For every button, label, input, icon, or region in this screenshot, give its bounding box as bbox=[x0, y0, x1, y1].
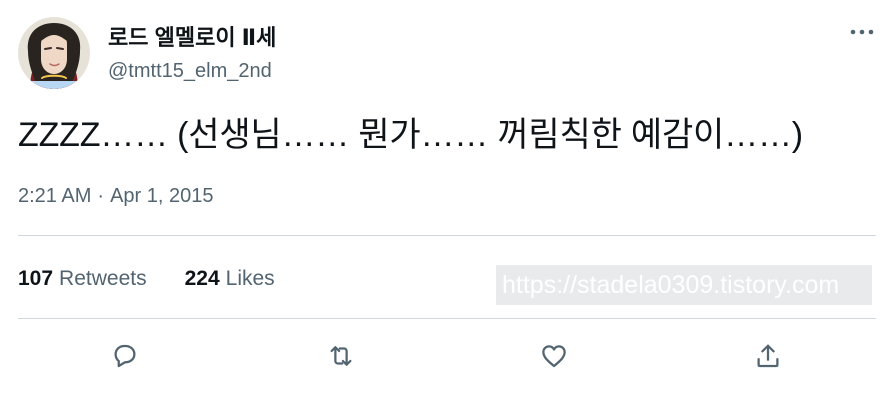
meta-separator: · bbox=[97, 185, 105, 207]
more-options-button[interactable] bbox=[846, 22, 878, 42]
tweet-date: Apr 1, 2015 bbox=[110, 185, 214, 207]
share-button[interactable] bbox=[748, 336, 788, 376]
tweet-card: 로드 엘멜로이 Ⅱ세 @tmtt15_elm_2nd ZZZZ…… (선생님……… bbox=[0, 0, 894, 409]
reply-icon bbox=[114, 344, 136, 368]
share-icon bbox=[757, 344, 779, 368]
retweets-label: Retweets bbox=[59, 267, 147, 290]
tweet-time: 2:21 AM bbox=[18, 185, 92, 207]
reply-button[interactable] bbox=[105, 336, 145, 376]
likes-label: Likes bbox=[225, 267, 275, 290]
heart-icon bbox=[542, 345, 566, 368]
divider bbox=[18, 235, 876, 236]
watermark-url: https://stadela0309.tistory.com bbox=[496, 265, 872, 305]
avatar[interactable] bbox=[18, 17, 90, 89]
retweet-button[interactable] bbox=[321, 336, 361, 376]
likes-stat[interactable]: 224 Likes bbox=[185, 264, 275, 294]
tweet-text: ZZZZ…… (선생님…… 뭔가…… 꺼림칙한 예감이……) bbox=[18, 116, 803, 154]
avatar-image bbox=[18, 17, 90, 89]
retweet-icon bbox=[330, 346, 352, 366]
tweet-actions bbox=[0, 336, 894, 376]
like-button[interactable] bbox=[534, 336, 574, 376]
user-handle[interactable]: @tmtt15_elm_2nd bbox=[108, 59, 272, 83]
tweet-timestamp[interactable]: 2:21 AM · Apr 1, 2015 bbox=[18, 182, 213, 210]
display-name[interactable]: 로드 엘멜로이 Ⅱ세 bbox=[108, 24, 276, 52]
tweet-stats: 107 Retweets 224 Likes bbox=[18, 264, 275, 294]
likes-count: 224 bbox=[184, 267, 220, 290]
divider bbox=[18, 318, 876, 319]
retweets-stat[interactable]: 107 Retweets bbox=[18, 264, 147, 294]
retweets-count: 107 bbox=[18, 267, 54, 290]
more-horizontal-icon bbox=[850, 29, 874, 35]
